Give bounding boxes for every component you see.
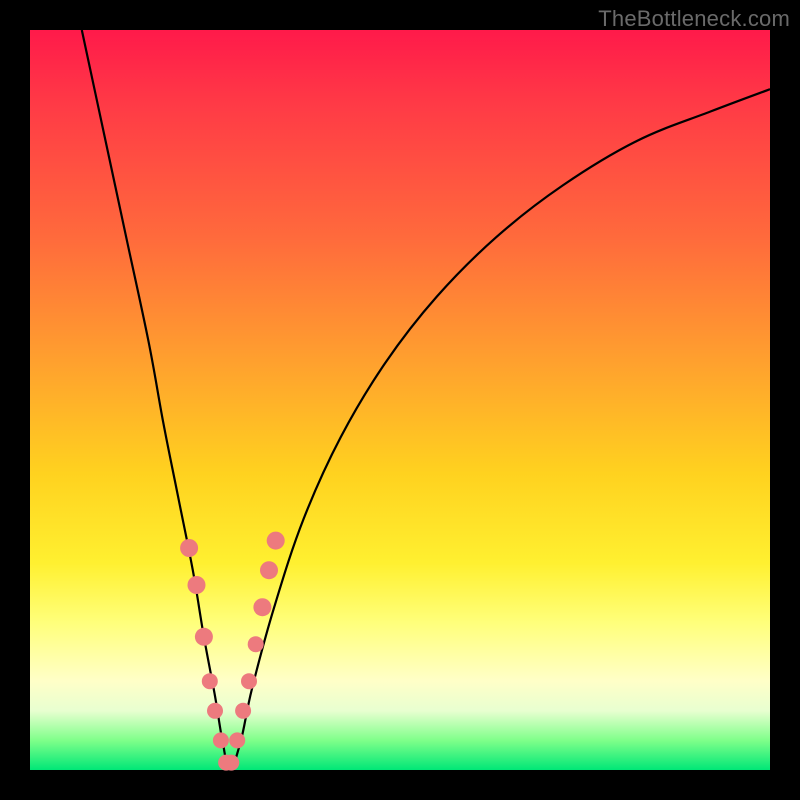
highlight-point (229, 732, 245, 748)
bottleneck-curve (82, 30, 770, 770)
curve-layer (30, 30, 770, 770)
watermark-text: TheBottleneck.com (598, 6, 790, 32)
highlight-point (202, 673, 218, 689)
highlight-point (253, 598, 271, 616)
plot-area (30, 30, 770, 770)
highlight-point (223, 755, 239, 771)
highlight-point (188, 576, 206, 594)
highlight-point (241, 673, 257, 689)
highlight-point (195, 628, 213, 646)
highlight-point (267, 532, 285, 550)
highlight-point (207, 703, 223, 719)
chart-frame: TheBottleneck.com (0, 0, 800, 800)
highlight-point (260, 561, 278, 579)
highlight-point (180, 539, 198, 557)
highlight-point (235, 703, 251, 719)
highlight-point (213, 732, 229, 748)
highlight-point (248, 636, 264, 652)
highlight-markers (180, 532, 285, 771)
